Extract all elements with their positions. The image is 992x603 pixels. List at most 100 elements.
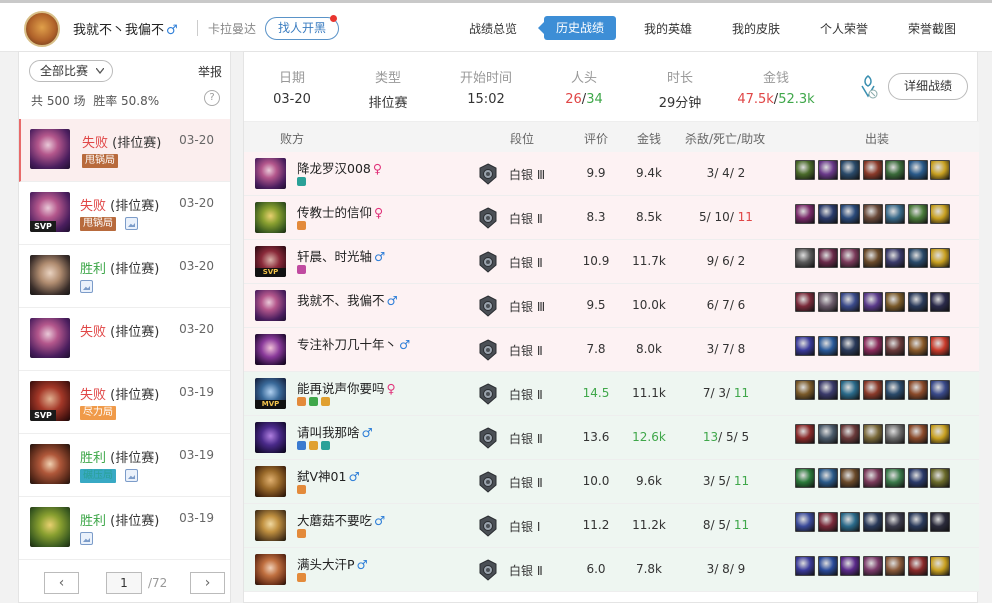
champion-portrait[interactable] bbox=[255, 466, 286, 497]
table-row[interactable]: 满头大汗P ♂ 白银 Ⅱ 6.0 7.8k 3/ 8/ 9 bbox=[244, 548, 979, 592]
item-icon[interactable] bbox=[907, 292, 928, 312]
screenshot-icon[interactable] bbox=[125, 217, 138, 230]
item-icon[interactable] bbox=[907, 556, 928, 576]
player-name[interactable]: 满头大汗P ♂ bbox=[297, 554, 368, 573]
item-icon[interactable] bbox=[795, 248, 815, 268]
table-row[interactable]: SVP 轩晨、时光轴 ♂ 白银 Ⅱ 10.9 11.7k 9/ 6/ 2 bbox=[244, 240, 979, 284]
item-icon[interactable] bbox=[930, 160, 950, 180]
item-icon[interactable] bbox=[840, 248, 860, 268]
item-icon[interactable] bbox=[885, 380, 905, 400]
player-name[interactable]: 降龙罗汉008 ♀ bbox=[297, 158, 382, 177]
detail-stats-button[interactable]: 详细战绩 bbox=[888, 73, 968, 100]
player-name[interactable]: 能再说声你要吗 ♀ bbox=[297, 378, 396, 397]
item-icon[interactable] bbox=[795, 160, 815, 180]
player-name[interactable]: 我就不、我偏不 ♂ bbox=[297, 290, 398, 309]
item-icon[interactable] bbox=[817, 292, 838, 312]
match-list-item[interactable]: SVP 失败 (排位赛) 03-20 甩锅局 bbox=[19, 182, 230, 245]
table-row[interactable]: 传教士的信仰 ♀ 白银 Ⅱ 8.3 8.5k 5/ 10/ 11 bbox=[244, 196, 979, 240]
match-list-item[interactable]: 失败 (排位赛) 03-20 bbox=[19, 308, 230, 371]
table-row[interactable]: 降龙罗汉008 ♀ 白银 Ⅲ 9.9 9.4k 3/ 4/ 2 bbox=[244, 152, 979, 196]
help-icon[interactable]: ? bbox=[204, 90, 220, 106]
champion-portrait[interactable]: SVP bbox=[255, 246, 286, 277]
find-teammate-button[interactable]: 找人开黑 bbox=[265, 17, 339, 40]
item-icon[interactable] bbox=[795, 204, 815, 224]
item-icon[interactable] bbox=[885, 160, 905, 180]
item-icon[interactable] bbox=[930, 336, 950, 356]
report-link[interactable]: 举报 bbox=[198, 63, 222, 80]
match-list-item[interactable]: 胜利 (排位赛) 03-19 bbox=[19, 497, 230, 560]
player-name[interactable]: 请叫我那啥 ♂ bbox=[297, 422, 373, 441]
prev-page-button[interactable]: ‹ bbox=[44, 572, 79, 594]
item-icon[interactable] bbox=[930, 248, 950, 268]
tab-4[interactable]: 个人荣誉 bbox=[820, 20, 868, 37]
item-icon[interactable] bbox=[862, 248, 883, 268]
tab-2[interactable]: 我的英雄 bbox=[644, 20, 692, 37]
table-row[interactable]: 弑V神01 ♂ 白银 Ⅱ 10.0 9.6k 3/ 5/ 11 bbox=[244, 460, 979, 504]
item-icon[interactable] bbox=[885, 248, 905, 268]
next-page-button[interactable]: › bbox=[190, 572, 225, 594]
item-icon[interactable] bbox=[817, 512, 838, 532]
table-row[interactable]: 专注补刀几十年丶 ♂ 白银 Ⅱ 7.8 8.0k 3/ 7/ 8 bbox=[244, 328, 979, 372]
item-icon[interactable] bbox=[885, 204, 905, 224]
item-icon[interactable] bbox=[817, 424, 838, 444]
item-icon[interactable] bbox=[840, 380, 860, 400]
item-icon[interactable] bbox=[930, 204, 950, 224]
item-icon[interactable] bbox=[817, 204, 838, 224]
match-list-item[interactable]: SVP 失败 (排位赛) 03-19 尽力局 bbox=[19, 371, 230, 434]
screenshot-icon[interactable] bbox=[80, 532, 93, 545]
champion-portrait[interactable] bbox=[255, 334, 286, 365]
item-icon[interactable] bbox=[862, 292, 883, 312]
match-list-item[interactable]: 失败 (排位赛) 03-20 甩锅局 bbox=[19, 119, 230, 182]
item-icon[interactable] bbox=[840, 204, 860, 224]
item-icon[interactable] bbox=[840, 556, 860, 576]
item-icon[interactable] bbox=[795, 380, 815, 400]
player-name[interactable]: 传教士的信仰 ♀ bbox=[297, 202, 383, 221]
champion-portrait[interactable] bbox=[255, 202, 286, 233]
item-icon[interactable] bbox=[907, 204, 928, 224]
table-row[interactable]: 大蘑菇不要吃 ♂ 白银 Ⅰ 11.2 11.2k 8/ 5/ 11 bbox=[244, 504, 979, 548]
item-icon[interactable] bbox=[930, 556, 950, 576]
item-icon[interactable] bbox=[862, 512, 883, 532]
item-icon[interactable] bbox=[795, 468, 815, 488]
match-list-item[interactable]: 胜利 (排位赛) 03-19 碾压局 bbox=[19, 434, 230, 497]
table-row[interactable]: 请叫我那啥 ♂ 白银 Ⅱ 13.6 12.6k 13/ 5/ 5 bbox=[244, 416, 979, 460]
tab-1[interactable]: 历史战绩 bbox=[537, 16, 617, 40]
tab-3[interactable]: 我的皮肤 bbox=[732, 20, 780, 37]
user-avatar[interactable] bbox=[24, 11, 60, 47]
item-icon[interactable] bbox=[930, 424, 950, 444]
player-name[interactable]: 专注补刀几十年丶 ♂ bbox=[297, 334, 410, 353]
item-icon[interactable] bbox=[817, 468, 838, 488]
item-icon[interactable] bbox=[907, 424, 928, 444]
tab-5[interactable]: 荣誉截图 bbox=[908, 20, 956, 37]
item-icon[interactable] bbox=[817, 380, 838, 400]
item-icon[interactable] bbox=[885, 336, 905, 356]
page-input[interactable]: 1 bbox=[106, 572, 142, 594]
item-icon[interactable] bbox=[817, 160, 838, 180]
item-icon[interactable] bbox=[840, 512, 860, 532]
item-icon[interactable] bbox=[930, 468, 950, 488]
tab-0[interactable]: 战绩总览 bbox=[469, 20, 517, 37]
item-icon[interactable] bbox=[862, 424, 883, 444]
match-list-item[interactable]: 胜利 (排位赛) 03-20 bbox=[19, 245, 230, 308]
screenshot-icon[interactable] bbox=[80, 280, 93, 293]
item-icon[interactable] bbox=[840, 424, 860, 444]
screenshot-icon[interactable] bbox=[125, 469, 138, 482]
item-icon[interactable] bbox=[885, 292, 905, 312]
player-name[interactable]: 大蘑菇不要吃 ♂ bbox=[297, 510, 385, 529]
item-icon[interactable] bbox=[840, 336, 860, 356]
item-icon[interactable] bbox=[930, 380, 950, 400]
table-row[interactable]: MVP 能再说声你要吗 ♀ 白银 Ⅱ 14.5 11.1k 7/ 3/ 11 bbox=[244, 372, 979, 416]
champion-portrait[interactable] bbox=[255, 158, 286, 189]
item-icon[interactable] bbox=[862, 380, 883, 400]
item-icon[interactable] bbox=[907, 380, 928, 400]
item-icon[interactable] bbox=[795, 556, 815, 576]
champion-portrait[interactable] bbox=[255, 290, 286, 321]
item-icon[interactable] bbox=[862, 160, 883, 180]
player-name[interactable]: 轩晨、时光轴 ♂ bbox=[297, 246, 385, 265]
item-icon[interactable] bbox=[862, 336, 883, 356]
item-icon[interactable] bbox=[885, 468, 905, 488]
table-row[interactable]: 我就不、我偏不 ♂ 白银 Ⅲ 9.5 10.0k 6/ 7/ 6 bbox=[244, 284, 979, 328]
item-icon[interactable] bbox=[907, 248, 928, 268]
item-icon[interactable] bbox=[930, 292, 950, 312]
item-icon[interactable] bbox=[795, 424, 815, 444]
